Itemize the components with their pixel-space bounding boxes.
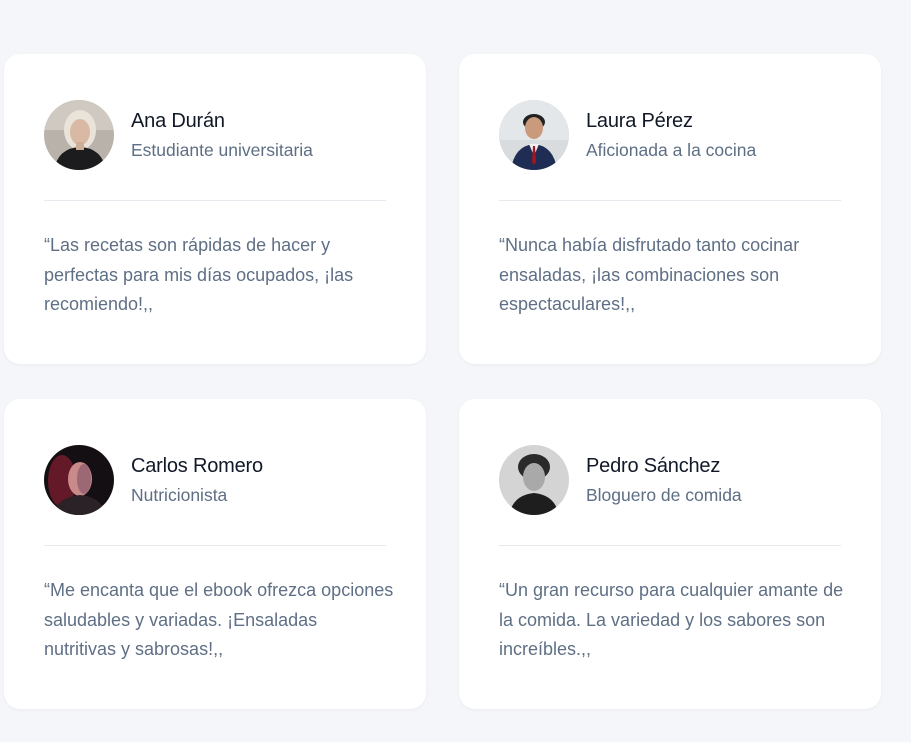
person-name: Carlos Romero <box>131 455 263 477</box>
avatar <box>44 100 114 170</box>
divider <box>499 545 841 546</box>
testimonial-card: Ana Durán Estudiante universitaria “Las … <box>4 54 426 364</box>
testimonial-card: Carlos Romero Nutricionista “Me encanta … <box>4 399 426 709</box>
person-name: Pedro Sánchez <box>586 455 721 477</box>
testimonials-grid: Ana Durán Estudiante universitaria “Las … <box>4 54 881 709</box>
person-info: Ana Durán Estudiante universitaria <box>131 108 313 162</box>
person-role: Aficionada a la cocina <box>586 140 757 160</box>
avatar <box>44 445 114 515</box>
divider <box>499 200 841 201</box>
testimonial-header: Laura Pérez Aficionada a la cocina <box>499 98 841 172</box>
person-info: Laura Pérez Aficionada a la cocina <box>586 108 756 162</box>
testimonial-header: Carlos Romero Nutricionista <box>44 443 386 517</box>
avatar <box>499 100 569 170</box>
person-info: Pedro Sánchez Bloguero de comida <box>586 453 742 507</box>
person-info: Carlos Romero Nutricionista <box>131 453 263 507</box>
person-name: Ana Durán <box>131 110 225 132</box>
testimonial-quote: “Las recetas son rápidas de hacer y perf… <box>44 235 354 314</box>
person-role: Estudiante universitaria <box>131 140 313 160</box>
divider <box>44 200 386 201</box>
testimonial-card: Laura Pérez Aficionada a la cocina “Nunc… <box>459 54 881 364</box>
testimonial-card: Pedro Sánchez Bloguero de comida “Un gra… <box>459 399 881 709</box>
testimonial-header: Pedro Sánchez Bloguero de comida <box>499 443 841 517</box>
testimonial-quote: “Un gran recurso para cualquier amante d… <box>499 580 844 659</box>
divider <box>44 545 386 546</box>
testimonial-header: Ana Durán Estudiante universitaria <box>44 98 386 172</box>
person-name: Laura Pérez <box>586 110 693 132</box>
testimonial-quote: “Nunca había disfrutado tanto cocinar en… <box>499 235 800 314</box>
person-role: Bloguero de comida <box>586 485 742 505</box>
testimonial-quote: “Me encanta que el ebook ofrezca opcione… <box>44 580 394 659</box>
person-role: Nutricionista <box>131 485 228 505</box>
avatar <box>499 445 569 515</box>
